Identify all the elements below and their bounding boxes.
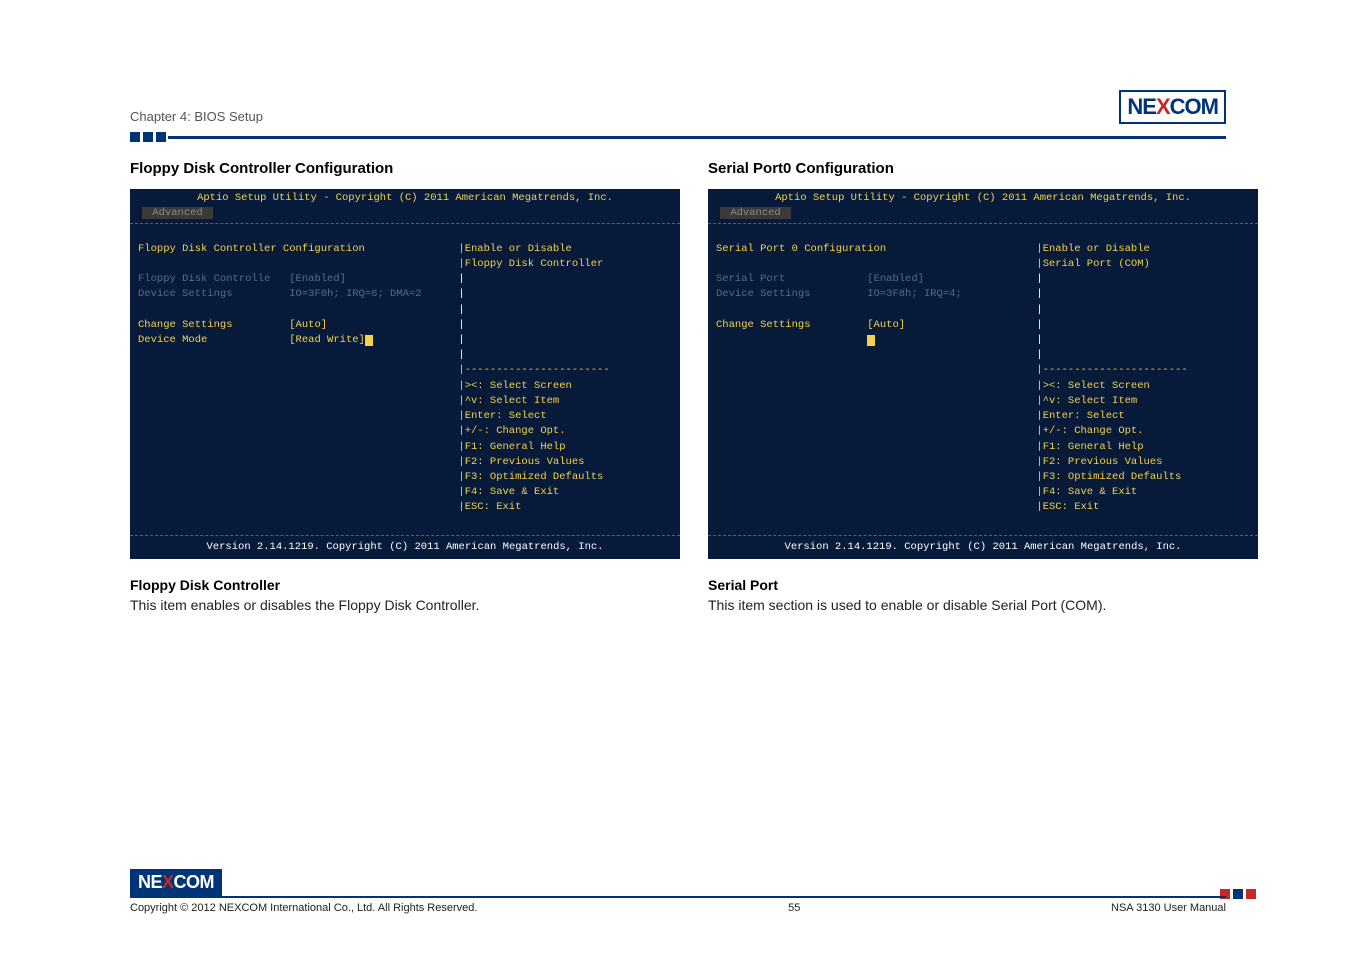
right-column: Serial Port0 Configuration Aptio Setup U… [708, 160, 1226, 613]
help-key: |^v: Select Item [1036, 395, 1137, 407]
content-row: Floppy Disk Controller Configuration Apt… [130, 160, 1226, 613]
logo-prefix: NE [138, 872, 162, 892]
help-key: |Enter: Select [458, 410, 546, 422]
help-key: |F4: Save & Exit [1036, 486, 1137, 498]
footer-bar: Copyright © 2012 NEXCOM International Co… [130, 896, 1226, 914]
right-bios-box: Aptio Setup Utility - Copyright (C) 2011… [708, 189, 1258, 559]
left-bios-tabbar: Advanced [130, 206, 680, 221]
right-desc-body: This item section is used to enable or d… [708, 597, 1208, 613]
logo-prefix: NE [1127, 94, 1156, 119]
help-key: |F3: Optimized Defaults [458, 471, 603, 483]
bios-row-label: Device Settings [138, 288, 233, 300]
left-bios-tab-label: Advanced [152, 207, 202, 219]
right-section-title: Serial Port0 Configuration [708, 160, 1226, 177]
help-key: |Enter: Select [1036, 410, 1124, 422]
bios-row-value[interactable]: [Auto] [867, 319, 905, 331]
bios-row-label: Device Settings [716, 288, 811, 300]
logo-suffix: COM [1170, 94, 1218, 119]
logo-x: X [1156, 94, 1170, 119]
bios-row-value[interactable]: [Enabled] [867, 273, 924, 285]
bios-row-label[interactable]: Device Mode [138, 334, 207, 346]
right-bios-tab-label: Advanced [730, 207, 780, 219]
help-line: |Enable or Disable [458, 243, 571, 255]
left-bios-footer: Version 2.14.1219. Copyright (C) 2011 Am… [130, 538, 680, 559]
left-section-title: Floppy Disk Controller Configuration [130, 160, 648, 177]
right-bios-section: Serial Port 0 Configuration [716, 243, 886, 255]
left-desc-body: This item enables or disables the Floppy… [130, 597, 630, 613]
left-desc-title: Floppy Disk Controller [130, 577, 648, 593]
bios-row-value: IO=3F8h; IRQ=4; [867, 288, 962, 300]
right-bios-right-pane: |Enable or Disable |Serial Port (COM) | … [1036, 226, 1250, 530]
help-line: |Serial Port (COM) [1036, 258, 1149, 270]
left-column: Floppy Disk Controller Configuration Apt… [130, 160, 648, 613]
page-footer: NEXCOM Copyright © 2012 NEXCOM Internati… [130, 869, 1226, 914]
help-key: |F1: General Help [458, 441, 565, 453]
rule-line [168, 136, 1226, 139]
logo-x: X [162, 872, 174, 892]
help-key: |+/-: Change Opt. [458, 425, 565, 437]
right-bios-body: Serial Port 0 Configuration Serial Port … [708, 226, 1258, 532]
help-key: |^v: Select Item [458, 395, 559, 407]
bios-row-value[interactable]: [Enabled] [289, 273, 346, 285]
footer-doc-name: NSA 3130 User Manual [1111, 902, 1226, 914]
left-bios-right-pane: |Enable or Disable |Floppy Disk Controll… [458, 226, 672, 530]
right-bios-footer: Version 2.14.1219. Copyright (C) 2011 Am… [708, 538, 1258, 559]
right-bios-tab[interactable]: Advanced [720, 207, 791, 219]
page-root: Chapter 4: BIOS Setup NEXCOM Floppy Disk… [0, 0, 1356, 954]
footer-copyright: Copyright © 2012 NEXCOM International Co… [130, 902, 477, 914]
help-key: |F2: Previous Values [458, 456, 584, 468]
rule-squares-icon [130, 132, 166, 142]
bios-row-value: IO=3F0h; IRQ=6; DMA=2 [289, 288, 421, 300]
bios-row-label[interactable]: Floppy Disk Controlle [138, 273, 270, 285]
brand-logo: NEXCOM [1119, 90, 1226, 124]
right-bios-header: Aptio Setup Utility - Copyright (C) 2011… [708, 189, 1258, 206]
help-line: |Floppy Disk Controller [458, 258, 603, 270]
bios-row-value[interactable]: [Auto] [289, 319, 327, 331]
help-key: |ESC: Exit [1036, 501, 1099, 513]
bios-row-value[interactable]: [Read Write] [289, 334, 365, 346]
cursor-icon [867, 335, 875, 346]
bios-row-label[interactable]: Change Settings [138, 319, 233, 331]
help-key: |F4: Save & Exit [458, 486, 559, 498]
cursor-icon [365, 335, 373, 346]
bios-row-label[interactable]: Change Settings [716, 319, 811, 331]
chapter-label: Chapter 4: BIOS Setup [130, 109, 263, 124]
help-key: |F1: General Help [1036, 441, 1143, 453]
help-key: |F3: Optimized Defaults [1036, 471, 1181, 483]
left-bios-section: Floppy Disk Controller Configuration [138, 243, 365, 255]
left-bios-tab[interactable]: Advanced [142, 207, 213, 219]
right-bios-left-pane: Serial Port 0 Configuration Serial Port … [716, 226, 1036, 530]
footer-page-number: 55 [788, 902, 800, 914]
logo-suffix: COM [174, 872, 215, 892]
left-bios-body: Floppy Disk Controller Configuration Flo… [130, 226, 680, 532]
left-bios-box: Aptio Setup Utility - Copyright (C) 2011… [130, 189, 680, 559]
help-line: |Enable or Disable [1036, 243, 1149, 255]
page-header: Chapter 4: BIOS Setup NEXCOM [130, 90, 1226, 124]
header-rule [130, 132, 1226, 142]
help-key: |><: Select Screen [1036, 380, 1149, 392]
footer-brand-logo: NEXCOM [130, 869, 222, 896]
right-desc-title: Serial Port [708, 577, 1226, 593]
help-key: |ESC: Exit [458, 501, 521, 513]
bios-row-label[interactable]: Serial Port [716, 273, 785, 285]
left-bios-left-pane: Floppy Disk Controller Configuration Flo… [138, 226, 458, 530]
help-key: |><: Select Screen [458, 380, 571, 392]
help-key: |+/-: Change Opt. [1036, 425, 1143, 437]
right-bios-tabbar: Advanced [708, 206, 1258, 221]
help-key: |F2: Previous Values [1036, 456, 1162, 468]
left-bios-header: Aptio Setup Utility - Copyright (C) 2011… [130, 189, 680, 206]
